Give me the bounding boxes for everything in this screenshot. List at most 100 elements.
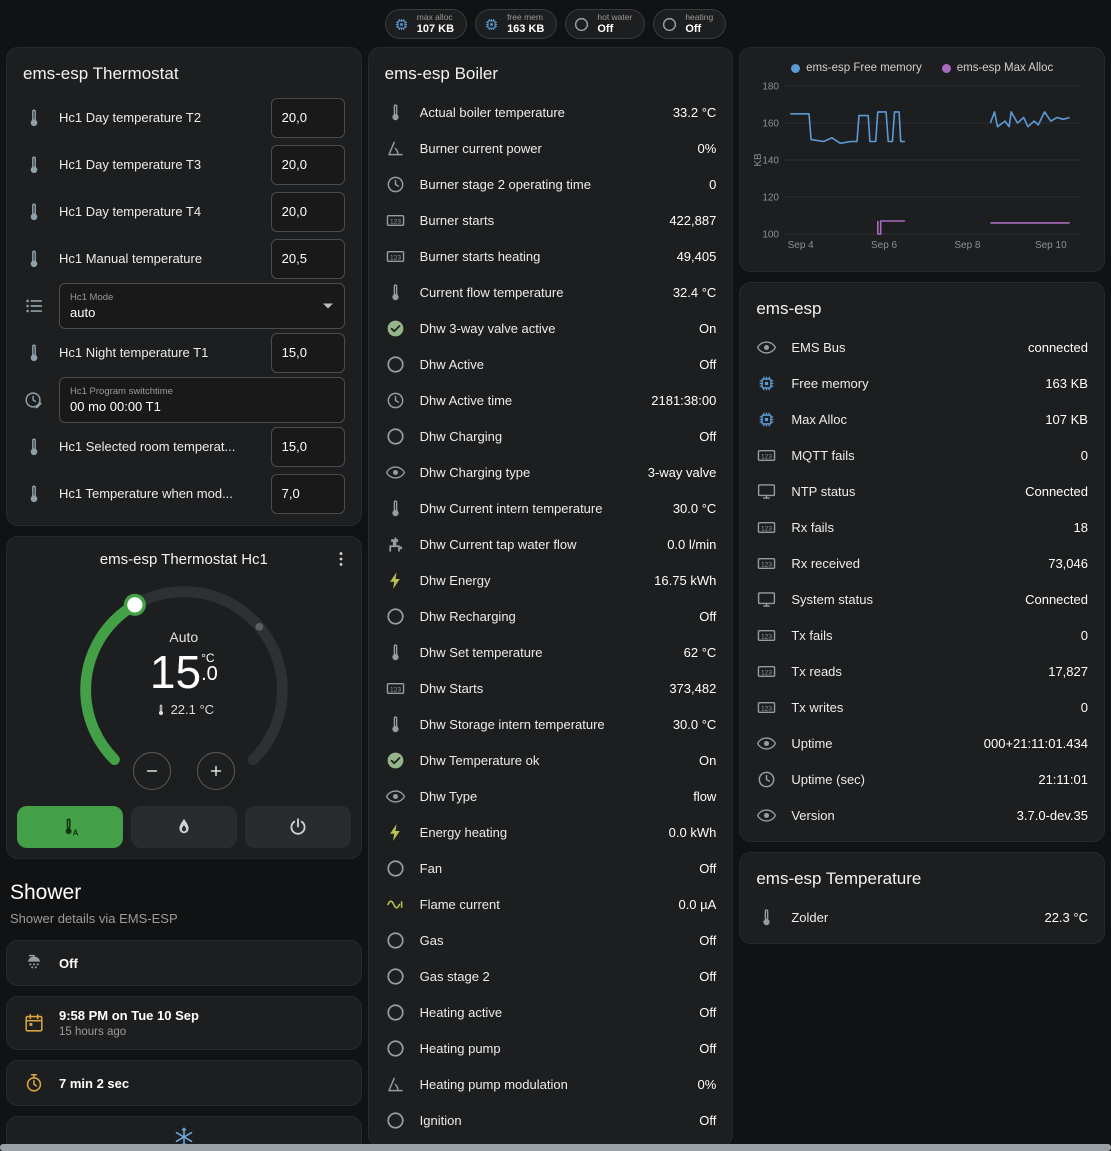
more-options-button[interactable] [331, 549, 351, 574]
entity-value: Off [699, 357, 716, 372]
entity-row[interactable]: Actual boiler temperature33.2 °C [385, 94, 717, 130]
right-column: ems-esp Free memoryems-esp Max Alloc 100… [739, 47, 1105, 954]
setting-row: Hc1 Temperature when mod...7,0 [23, 470, 345, 517]
number-input[interactable]: 15,0 [271, 333, 345, 373]
number-input[interactable]: 20,0 [271, 192, 345, 232]
entity-row[interactable]: Uptime000+21:11:01.434 [756, 725, 1088, 761]
number-input[interactable]: 7,0 [271, 474, 345, 514]
entity-row[interactable]: FanOff [385, 850, 717, 886]
thermometer-icon [385, 714, 406, 735]
entity-row[interactable]: IgnitionOff [385, 1102, 717, 1138]
entity-row[interactable]: Dhw ActiveOff [385, 346, 717, 382]
entity-row[interactable]: Tx writes0 [756, 689, 1088, 725]
badge-hot-water[interactable]: hot waterOff [565, 9, 645, 39]
entity-name: Fan [420, 861, 686, 876]
emsesp-entity-list: EMS BusconnectedFree memory163 KBMax All… [756, 329, 1088, 833]
legend-item[interactable]: ems-esp Max Alloc [942, 62, 1054, 74]
entity-row[interactable]: Current flow temperature32.4 °C [385, 274, 717, 310]
middle-column: ems-esp Boiler Actual boiler temperature… [368, 47, 734, 1151]
entity-row[interactable]: Tx reads17,827 [756, 653, 1088, 689]
thermometer-icon [385, 282, 406, 303]
shower-duration-card[interactable]: 7 min 2 sec [6, 1060, 362, 1106]
counter-icon [756, 517, 777, 538]
entity-row[interactable]: Heating activeOff [385, 994, 717, 1030]
text-input[interactable]: Hc1 Program switchtime00 mo 00:00 T1 [59, 377, 345, 423]
entity-row[interactable]: Dhw Current tap water flow0.0 l/min [385, 526, 717, 562]
entity-row[interactable]: Version3.7.0-dev.35 [756, 797, 1088, 833]
entity-row[interactable]: Dhw Active time2181:38:00 [385, 382, 717, 418]
entity-row[interactable]: GasOff [385, 922, 717, 958]
legend-item[interactable]: ems-esp Free memory [791, 62, 922, 74]
entity-row[interactable]: Burner starts422,887 [385, 202, 717, 238]
mode-select[interactable]: Hc1 Modeauto [59, 283, 345, 329]
entity-row[interactable]: Gas stage 2Off [385, 958, 717, 994]
entity-row[interactable]: Uptime (sec)21:11:01 [756, 761, 1088, 797]
circle-icon [573, 16, 590, 33]
dial-card-title: ems-esp Thermostat Hc1 [100, 551, 268, 568]
entity-row[interactable]: Flame current0.0 µA [385, 886, 717, 922]
plus-icon [207, 762, 225, 780]
badge-heating[interactable]: heatingOff [653, 9, 726, 39]
increase-temp-button[interactable] [197, 752, 235, 790]
entity-row[interactable]: Dhw Set temperature62 °C [385, 634, 717, 670]
entity-row[interactable]: Burner stage 2 operating time0 [385, 166, 717, 202]
number-input[interactable]: 20,0 [271, 98, 345, 138]
entity-row[interactable]: Burner current power0% [385, 130, 717, 166]
horizontal-scrollbar[interactable] [0, 1144, 1111, 1151]
shower-state-card[interactable]: Off [6, 940, 362, 986]
entity-row[interactable]: Dhw Current intern temperature30.0 °C [385, 490, 717, 526]
entity-row[interactable]: Dhw RechargingOff [385, 598, 717, 634]
badge-max-alloc[interactable]: max alloc107 KB [385, 9, 467, 39]
number-input[interactable]: 20,0 [271, 145, 345, 185]
entity-name: Flame current [420, 897, 665, 912]
entity-row[interactable]: Dhw Starts373,482 [385, 670, 717, 706]
entity-row[interactable]: Dhw Energy16.75 kWh [385, 562, 717, 598]
entity-row[interactable]: Max Alloc 107 KB [756, 401, 1088, 437]
entity-value: 107 KB [1045, 412, 1088, 427]
entity-row[interactable]: Dhw Temperature okOn [385, 742, 717, 778]
card-title: ems-esp Temperature [756, 865, 1088, 899]
entity-row[interactable]: Heating pumpOff [385, 1030, 717, 1066]
circle-icon [385, 966, 406, 987]
entity-row[interactable]: Dhw ChargingOff [385, 418, 717, 454]
hvac-mode-heat-button[interactable] [131, 806, 237, 848]
entity-value: 3-way valve [648, 465, 717, 480]
entity-name: Dhw Recharging [420, 609, 686, 624]
entity-row[interactable]: Dhw 3-way valve activeOn [385, 310, 717, 346]
shower-last-time-card[interactable]: 9:58 PM on Tue 10 Sep 15 hours ago [6, 996, 362, 1050]
entity-row[interactable]: Dhw Typeflow [385, 778, 717, 814]
entity-row[interactable]: Free memory163 KB [756, 365, 1088, 401]
badge-free-mem[interactable]: free mem163 KB [475, 9, 557, 39]
entity-row[interactable]: Dhw Storage intern temperature30.0 °C [385, 706, 717, 742]
number-input[interactable]: 20,5 [271, 239, 345, 279]
eye-icon [756, 805, 777, 826]
entity-row[interactable]: Energy heating0.0 kWh [385, 814, 717, 850]
entity-name: Dhw Starts [420, 681, 656, 696]
card-title: ems-esp [756, 295, 1088, 329]
entity-value: 22.3 °C [1044, 910, 1088, 925]
entity-row[interactable]: Zolder22.3 °C [756, 899, 1088, 935]
entity-name: MQTT fails [791, 448, 1066, 463]
hvac-mode-off-button[interactable] [245, 806, 351, 848]
entity-value: Off [699, 1113, 716, 1128]
entity-row[interactable]: Heating pump modulation0% [385, 1066, 717, 1102]
badge-value: 163 KB [507, 23, 544, 36]
dots-vertical-icon [331, 549, 351, 569]
entity-value: 163 KB [1045, 376, 1088, 391]
check-circle-icon [385, 318, 406, 339]
entity-row[interactable]: Rx fails18 [756, 509, 1088, 545]
entity-row[interactable]: System statusConnected [756, 581, 1088, 617]
number-input[interactable]: 15,0 [271, 427, 345, 467]
entity-row[interactable]: Tx fails0 [756, 617, 1088, 653]
entity-row[interactable]: MQTT fails0 [756, 437, 1088, 473]
entity-name: Max Alloc [791, 412, 1031, 427]
entity-row[interactable]: Burner starts heating49,405 [385, 238, 717, 274]
hvac-mode-auto-button[interactable] [17, 806, 123, 848]
entity-row[interactable]: Rx received73,046 [756, 545, 1088, 581]
circle-icon [385, 354, 406, 375]
entity-row[interactable]: Dhw Charging type3-way valve [385, 454, 717, 490]
entity-row[interactable]: EMS Busconnected [756, 329, 1088, 365]
decrease-temp-button[interactable] [133, 752, 171, 790]
setting-row: Hc1 Day temperature T220,0 [23, 94, 345, 141]
entity-row[interactable]: NTP statusConnected [756, 473, 1088, 509]
